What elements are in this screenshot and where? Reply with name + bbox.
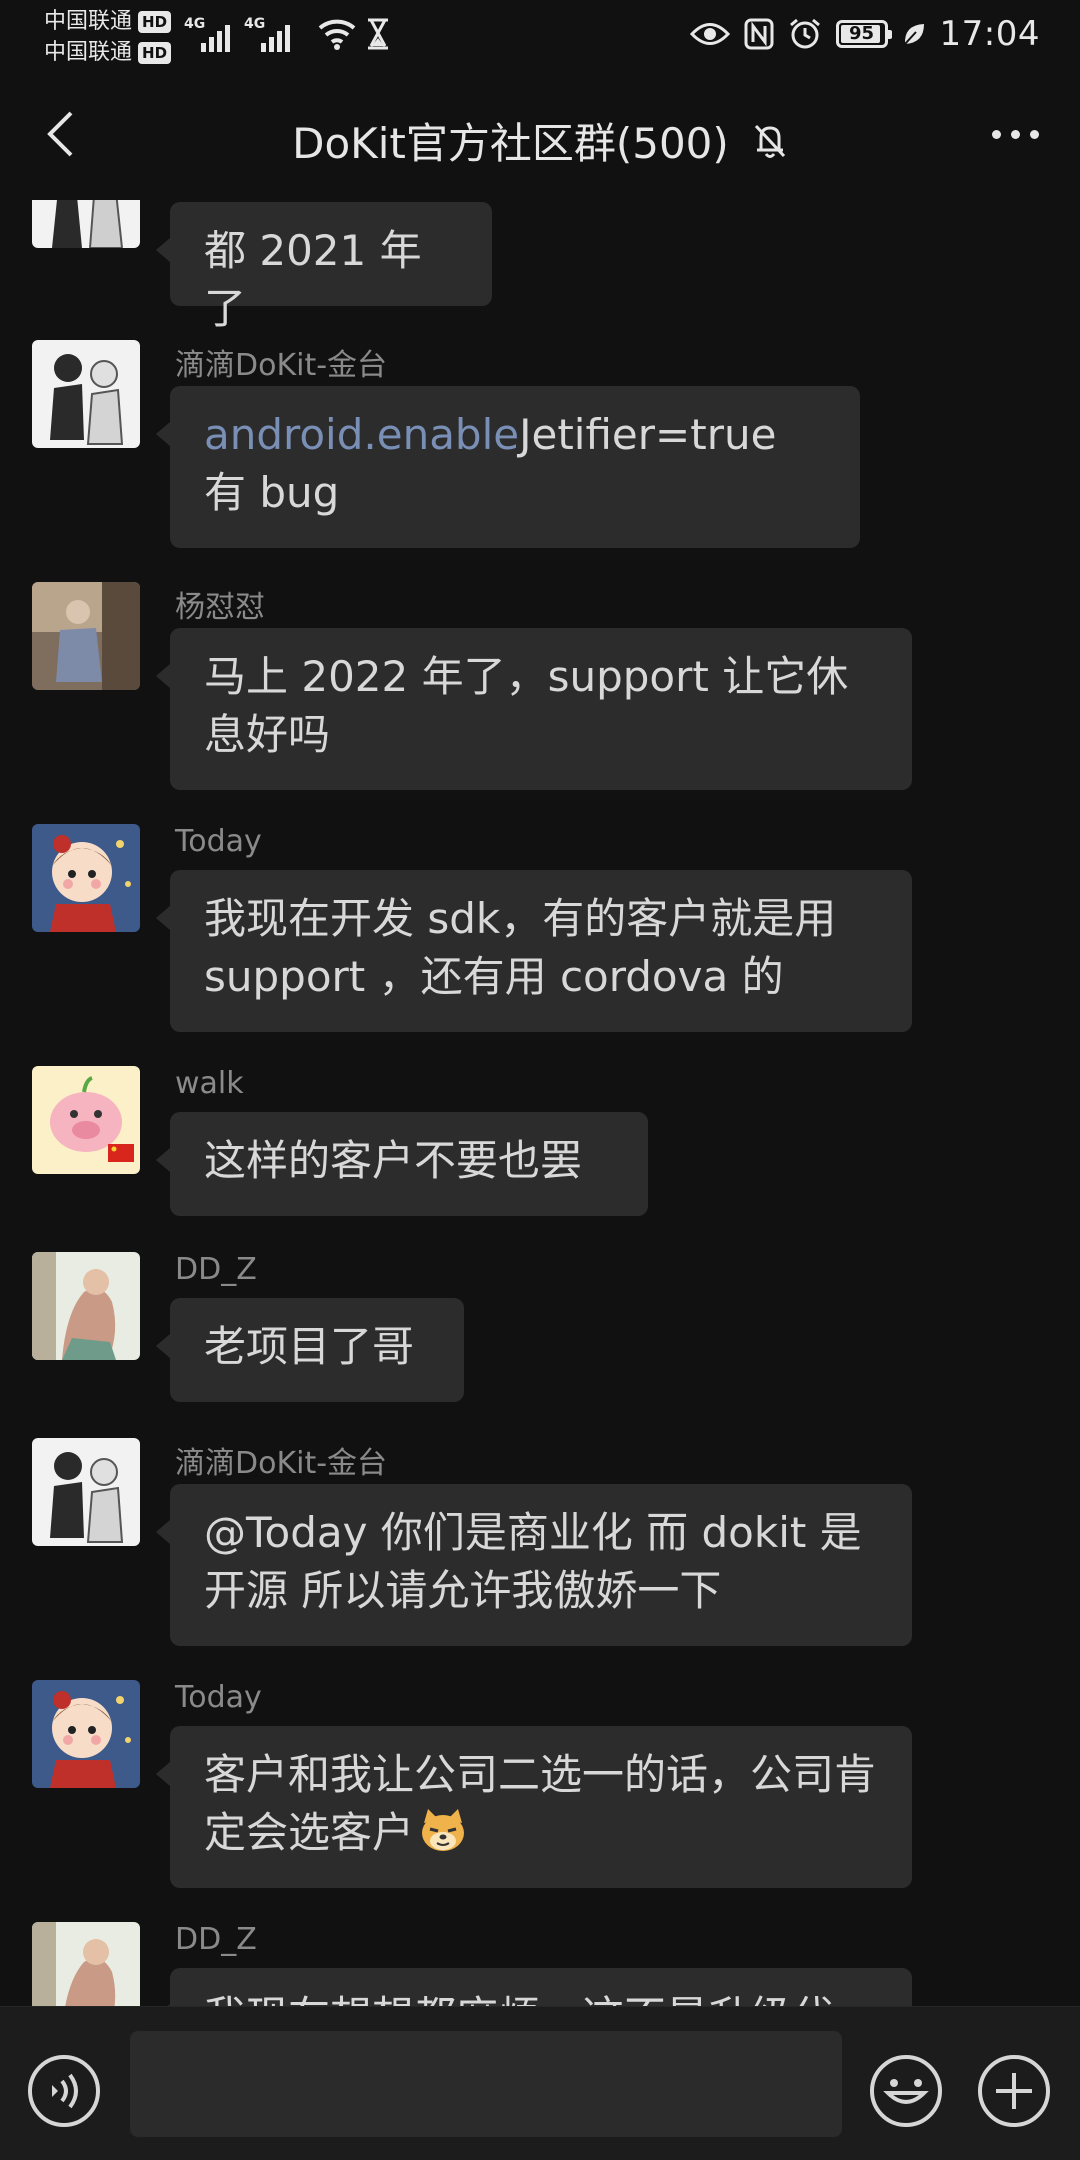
message-bubble[interactable]: 这样的客户不要也罢 bbox=[156, 1112, 648, 1216]
sender-name: Today bbox=[175, 824, 262, 859]
sender-name: Today bbox=[175, 1680, 262, 1715]
message-text: 客户和我让公司二选一的话，公司肯定会选客户 bbox=[204, 1750, 877, 1857]
avatar[interactable] bbox=[32, 200, 140, 248]
clock: 17:04 bbox=[939, 14, 1040, 54]
leaf-icon bbox=[903, 24, 924, 45]
avatar[interactable] bbox=[32, 1252, 140, 1360]
signal-1-icon: 4G bbox=[184, 16, 230, 52]
message-input[interactable] bbox=[130, 2031, 842, 2137]
status-right: 95 17:04 bbox=[689, 14, 1040, 54]
voice-icon[interactable] bbox=[26, 2053, 102, 2129]
message-text: @Today 你们是商业化 而 dokit 是开源 所以请允许我傲娇一下 bbox=[204, 1508, 862, 1615]
avatar[interactable] bbox=[32, 1680, 140, 1788]
battery-percent: 95 bbox=[848, 23, 875, 44]
eye-icon bbox=[689, 23, 730, 45]
avatar[interactable] bbox=[32, 1438, 140, 1546]
wifi-icon bbox=[318, 19, 356, 50]
message-text: 都 2021 年了 bbox=[204, 226, 422, 333]
hourglass-icon bbox=[368, 18, 388, 50]
message-text: 老项目了哥 bbox=[204, 1322, 415, 1371]
more-dot bbox=[1010, 129, 1020, 139]
avatar[interactable] bbox=[32, 824, 140, 932]
chat-screen: 中国联通 HD 中国联通 HD 4G 4G 95 17:04 DoKit官方社区… bbox=[0, 0, 1080, 2160]
message-bubble[interactable]: 都 2021 年了 bbox=[156, 202, 492, 333]
message-bubble[interactable]: 客户和我让公司二选一的话，公司肯定会选客户 bbox=[156, 1726, 912, 1888]
message-bubble[interactable]: android.enableJetifier=true 有 bug bbox=[156, 386, 860, 548]
alarm-icon bbox=[789, 18, 820, 49]
hd-badge-2: HD bbox=[138, 41, 172, 64]
sender-name: DD_Z bbox=[175, 1252, 257, 1287]
message-bubble[interactable]: 老项目了哥 bbox=[156, 1298, 464, 1402]
message-text: 我现在开发 sdk，有的客户就是用 support ，还有用 cordova 的 bbox=[204, 894, 837, 1001]
smile-icon[interactable] bbox=[868, 2053, 944, 2129]
more-button[interactable] bbox=[980, 104, 1050, 164]
message-text: 我现在想想都麻烦，这不是升级代 bbox=[204, 1992, 834, 2006]
nfc-icon bbox=[744, 18, 774, 50]
avatar[interactable] bbox=[32, 1066, 140, 1174]
message-bubble[interactable]: @Today 你们是商业化 而 dokit 是开源 所以请允许我傲娇一下 bbox=[156, 1484, 912, 1646]
battery-icon: 95 bbox=[835, 20, 892, 48]
input-bar bbox=[0, 2006, 1080, 2160]
title-wrap: DoKit官方社区群(500) bbox=[0, 110, 1080, 171]
signal-group: 4G 4G bbox=[184, 16, 290, 52]
status-bar: 中国联通 HD 中国联通 HD 4G 4G 95 17:04 bbox=[0, 0, 1080, 74]
avatar[interactable] bbox=[32, 1922, 140, 2006]
plus-circle-icon[interactable] bbox=[976, 2053, 1052, 2129]
message-bubble[interactable]: 我现在想想都麻烦，这不是升级代 bbox=[156, 1968, 912, 2006]
carrier-1-label: 中国联通 bbox=[44, 9, 133, 34]
chat-title[interactable]: DoKit官方社区群(500) bbox=[292, 119, 729, 168]
message-list[interactable]: 都 2021 年了 滴滴DoKit-金台 android.enableJetif… bbox=[0, 200, 1080, 2006]
sender-name: 滴滴DoKit-金台 bbox=[175, 348, 388, 383]
more-dot bbox=[1029, 129, 1039, 139]
more-dot bbox=[991, 129, 1001, 139]
message-text: 马上 2022 年了，support 让它休息好吗 bbox=[204, 652, 849, 759]
carrier-info: 中国联通 HD 中国联通 HD bbox=[44, 6, 172, 68]
signal-2-icon: 4G bbox=[244, 16, 290, 52]
bell-off-icon bbox=[754, 124, 785, 158]
message-bubble[interactable]: 我现在开发 sdk，有的客户就是用 support ，还有用 cordova 的 bbox=[156, 870, 912, 1032]
message-text: 这样的客户不要也罢 bbox=[204, 1136, 583, 1185]
sender-name: DD_Z bbox=[175, 1922, 257, 1957]
sender-name: walk bbox=[175, 1066, 244, 1101]
sender-name: 滴滴DoKit-金台 bbox=[175, 1446, 388, 1481]
title-bar: DoKit官方社区群(500) bbox=[0, 74, 1080, 200]
message-link[interactable]: android.enable bbox=[204, 410, 519, 459]
avatar[interactable] bbox=[32, 582, 140, 690]
carrier-2-label: 中国联通 bbox=[44, 40, 133, 65]
hd-badge-1: HD bbox=[138, 10, 172, 33]
message-bubble[interactable]: 马上 2022 年了，support 让它休息好吗 bbox=[156, 628, 912, 790]
doge-emoji-icon bbox=[422, 1809, 465, 1851]
sender-name: 杨怼怼 bbox=[175, 590, 265, 625]
avatar[interactable] bbox=[32, 340, 140, 448]
